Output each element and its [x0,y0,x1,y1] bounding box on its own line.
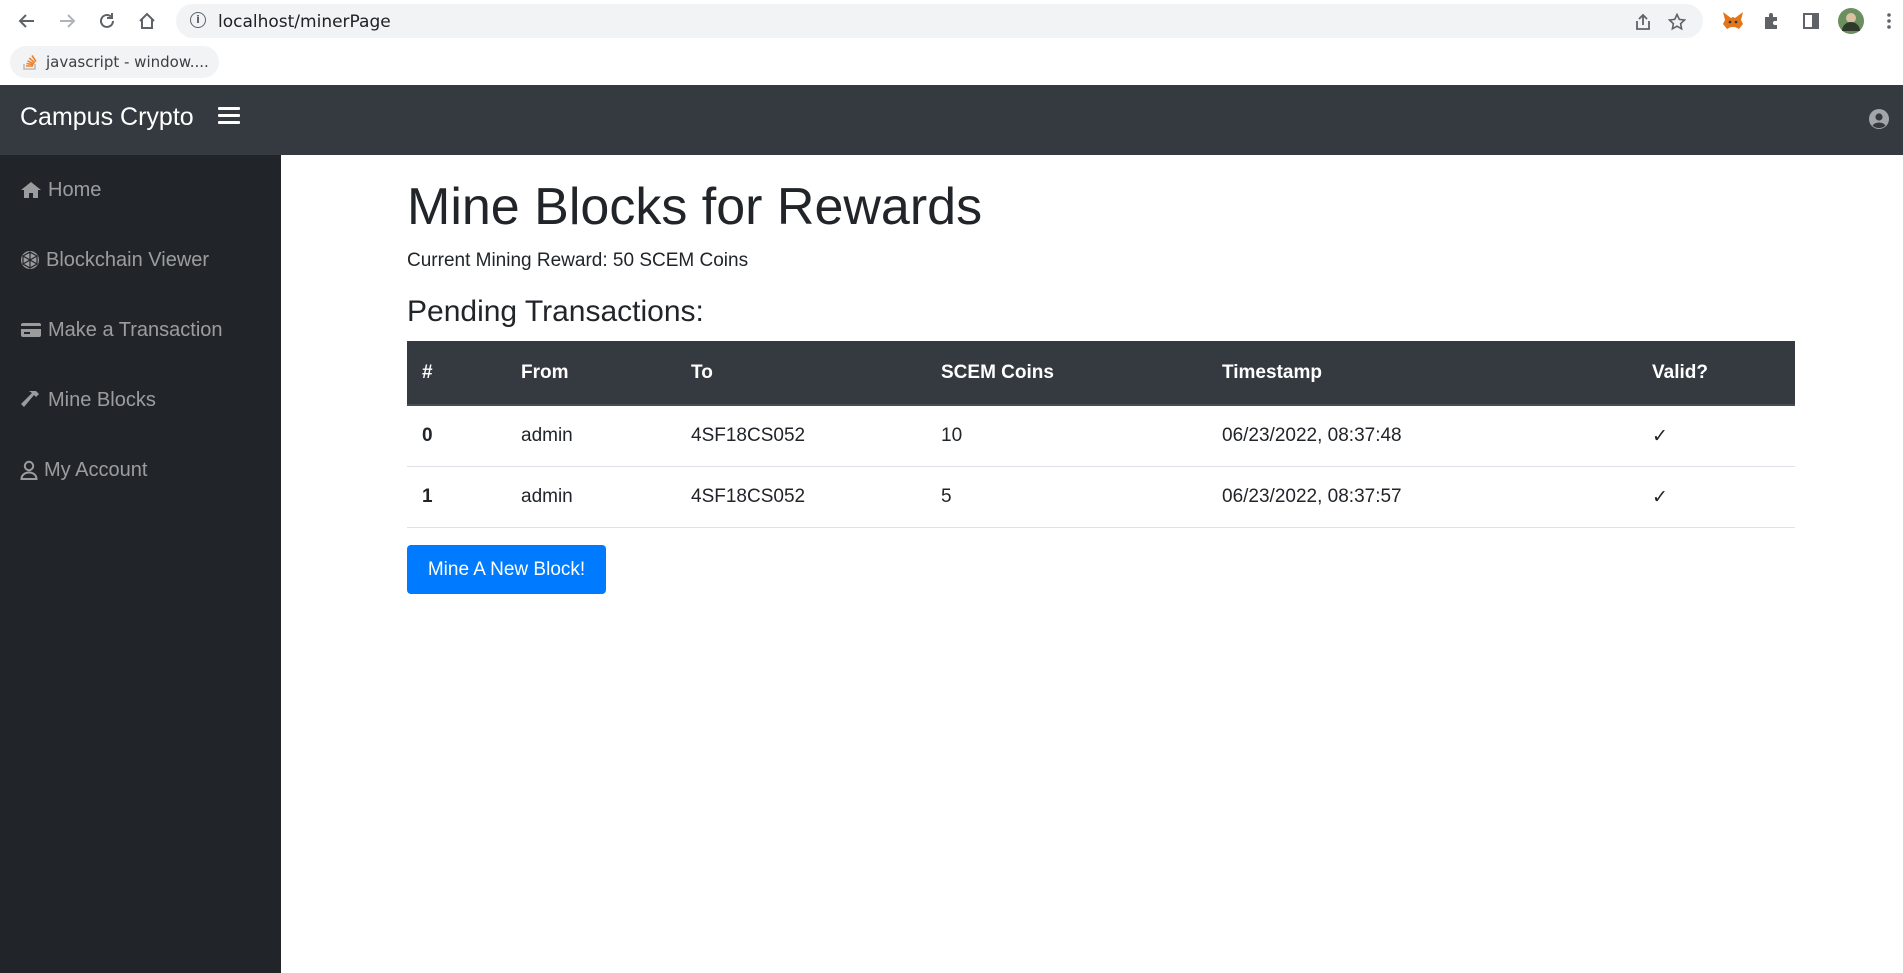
user-circle-icon[interactable] [1869,109,1889,129]
top-navbar: Campus Crypto [0,85,1903,155]
sidebar-item-my-account[interactable]: My Account [20,455,147,485]
side-panel-icon[interactable] [1798,8,1824,34]
stackoverflow-icon [22,54,38,70]
column-header-from: From [506,341,676,406]
cell-to: 4SF18CS052 [676,466,926,528]
cell-coins: 10 [926,405,1207,467]
browser-toolbar: i localhost/minerPage [0,0,1903,42]
forward-button[interactable] [54,8,80,34]
blockchain-icon [21,251,39,269]
arrow-right-icon [60,14,76,28]
pending-transactions-heading: Pending Transactions: [407,295,704,328]
pending-transactions-table: # From To SCEM Coins Timestamp Valid? 0 … [407,341,1795,528]
table-row: 1 admin 4SF18CS052 5 06/23/2022, 08:37:5… [407,466,1795,528]
cell-valid: ✓ [1637,405,1795,467]
metamask-extension-icon[interactable] [1720,8,1746,34]
sidebar-item-label: Blockchain Viewer [46,248,210,271]
column-header-to: To [676,341,926,406]
sidebar: Home Blockchain Viewer Make a Transactio… [0,155,281,973]
sidebar-item-mine-blocks[interactable]: Mine Blocks [20,385,156,415]
cell-coins: 5 [926,466,1207,528]
bookmark-item[interactable]: javascript - window.... [10,46,219,78]
column-header-index: # [407,341,506,406]
hammer-icon [21,391,39,407]
sidebar-item-label: My Account [44,458,148,481]
profile-avatar-icon[interactable] [1838,8,1864,34]
site-info-icon[interactable]: i [190,12,206,28]
cell-to: 4SF18CS052 [676,405,926,467]
table-header-row: # From To SCEM Coins Timestamp Valid? [407,341,1795,406]
page-title: Mine Blocks for Rewards [407,178,983,236]
reload-icon [100,13,114,28]
cell-index: 1 [407,466,506,528]
column-header-timestamp: Timestamp [1207,341,1637,406]
mining-reward-text: Current Mining Reward: 50 SCEM Coins [407,250,749,271]
home-icon [21,182,41,198]
credit-card-icon [21,323,41,337]
sidebar-item-label: Make a Transaction [48,318,223,341]
sidebar-item-label: Mine Blocks [48,388,156,411]
mine-new-block-button[interactable]: Mine A New Block! [407,545,606,594]
bookmark-star-icon[interactable] [1665,12,1689,32]
bookmark-label: javascript - window.... [46,53,209,71]
home-icon [139,12,155,29]
sidebar-item-blockchain-viewer[interactable]: Blockchain Viewer [20,245,209,275]
home-button[interactable] [134,8,160,34]
share-icon[interactable] [1631,12,1655,32]
table-row: 0 admin 4SF18CS052 10 06/23/2022, 08:37:… [407,405,1795,467]
column-header-coins: SCEM Coins [926,341,1207,406]
cell-valid: ✓ [1637,466,1795,528]
user-icon [20,460,38,480]
sidebar-toggle-button[interactable] [218,107,240,129]
url-text: localhost/minerPage [218,12,391,32]
sidebar-item-make-transaction[interactable]: Make a Transaction [20,315,223,345]
hamburger-icon [218,107,240,124]
address-bar[interactable]: i localhost/minerPage [176,4,1703,38]
cell-timestamp: 06/23/2022, 08:37:57 [1207,466,1637,528]
reload-button[interactable] [94,8,120,34]
cell-timestamp: 06/23/2022, 08:37:48 [1207,405,1637,467]
main-content: Mine Blocks for Rewards Current Mining R… [281,155,1903,973]
sidebar-item-home[interactable]: Home [20,175,101,205]
column-header-valid: Valid? [1637,341,1795,406]
brand-title[interactable]: Campus Crypto [20,103,194,132]
arrow-left-icon [18,14,34,28]
cell-from: admin [506,466,676,528]
back-button[interactable] [14,8,40,34]
browser-menu-icon[interactable] [1876,8,1902,34]
cell-from: admin [506,405,676,467]
extensions-puzzle-icon[interactable] [1758,8,1784,34]
cell-index: 0 [407,405,506,467]
bookmarks-bar: javascript - window.... [0,42,1903,84]
sidebar-item-label: Home [48,178,102,201]
